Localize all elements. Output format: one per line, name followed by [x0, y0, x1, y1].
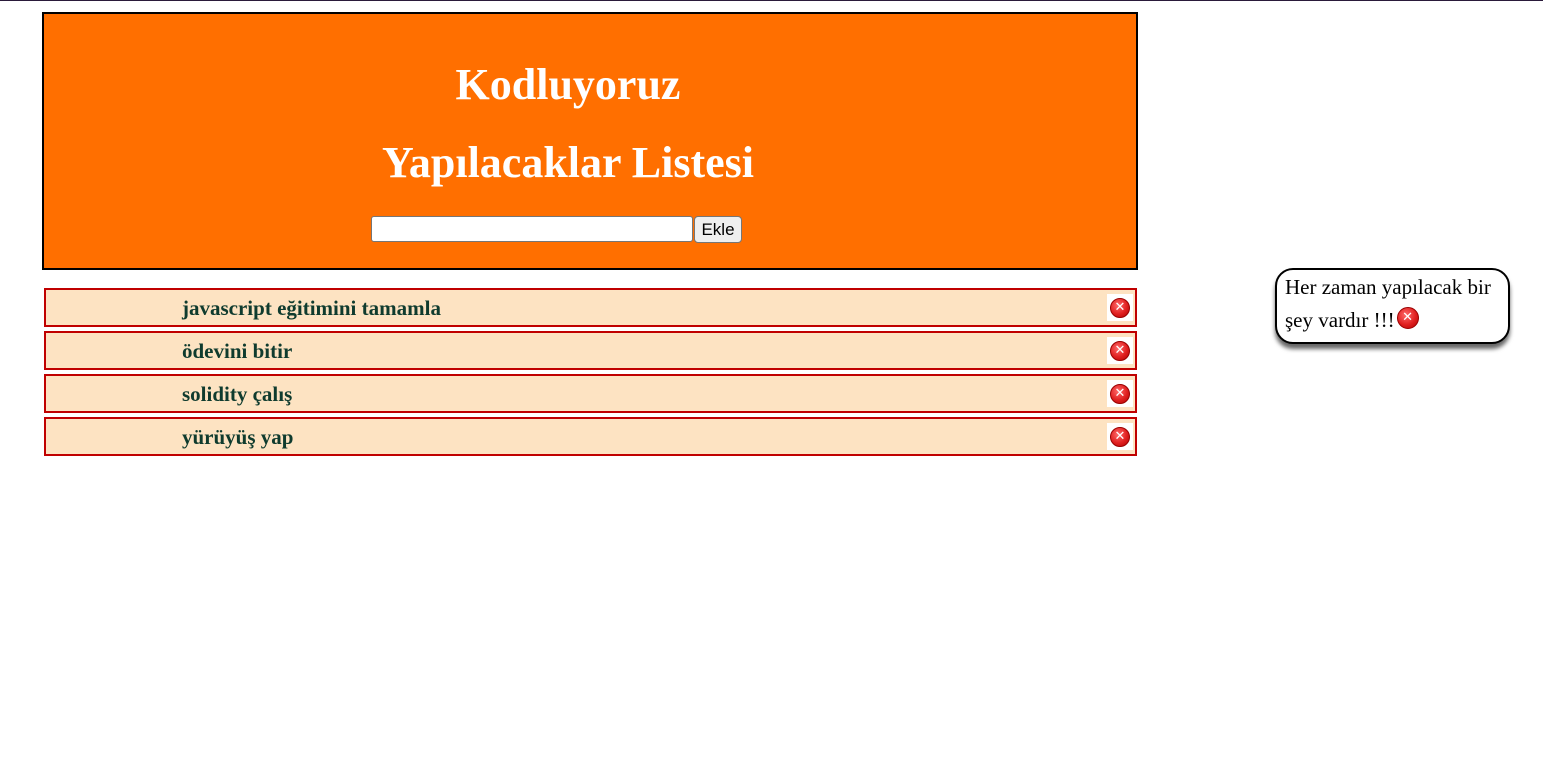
todo-item[interactable]: solidity çalış ✕	[44, 374, 1137, 413]
delete-todo-button[interactable]: ✕	[1107, 337, 1133, 364]
close-icon: ✕	[1110, 340, 1130, 361]
header: Kodluyoruz Yapılacaklar Listesi Ekle	[42, 12, 1138, 270]
todo-item-text: solidity çalış	[182, 382, 293, 406]
delete-todo-button[interactable]: ✕	[1107, 294, 1133, 321]
note-bubble: Her zaman yapılacak bir şey vardır !!! ✕	[1275, 268, 1510, 344]
todo-item[interactable]: javascript eğitimini tamamla ✕	[44, 288, 1137, 327]
todo-item[interactable]: ödevini bitir ✕	[44, 331, 1137, 370]
todo-item-text: yürüyüş yap	[182, 425, 294, 449]
note-content: Her zaman yapılacak bir şey vardır !!! ✕	[1285, 271, 1500, 337]
close-note-button[interactable]: ✕	[1396, 306, 1419, 329]
todo-item-text: ödevini bitir	[182, 339, 293, 363]
delete-todo-button[interactable]: ✕	[1107, 423, 1133, 450]
note-text: Her zaman yapılacak bir şey vardır !!!	[1285, 275, 1491, 332]
close-icon: ✕	[1396, 306, 1419, 329]
list-title: Yapılacaklar Listesi	[381, 138, 754, 187]
top-divider	[0, 0, 1543, 1]
todo-item-text: javascript eğitimini tamamla	[182, 296, 441, 320]
site-title: Kodluyoruz	[455, 60, 681, 109]
add-button[interactable]: Ekle	[694, 216, 742, 243]
todo-list: javascript eğitimini tamamla ✕ ödevini b…	[44, 288, 1137, 456]
delete-todo-button[interactable]: ✕	[1107, 380, 1133, 407]
close-icon: ✕	[1110, 383, 1130, 404]
close-icon: ✕	[1110, 426, 1130, 447]
close-icon: ✕	[1110, 297, 1130, 318]
todo-item[interactable]: yürüyüş yap ✕	[44, 417, 1137, 456]
task-input[interactable]	[371, 216, 693, 242]
